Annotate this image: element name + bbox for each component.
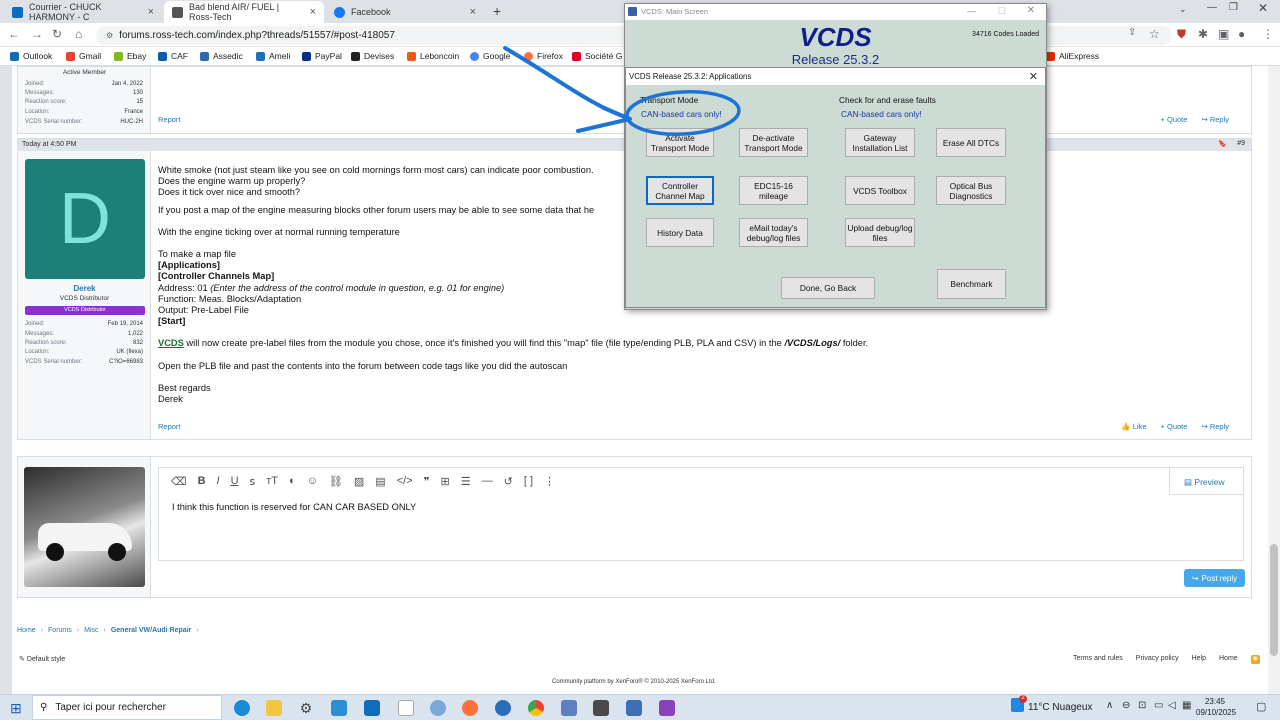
volume-icon[interactable]: ◁ xyxy=(1168,700,1176,711)
edge-icon[interactable] xyxy=(234,700,250,716)
window-app-icon[interactable] xyxy=(626,700,642,716)
firefox-taskbar-icon[interactable] xyxy=(462,700,478,716)
browser-taskbar-icon[interactable] xyxy=(495,700,511,716)
word-icon[interactable] xyxy=(561,700,577,716)
search-icon: ⚲ xyxy=(40,702,48,713)
battery-icon[interactable]: ▭ xyxy=(1154,700,1163,711)
annotation-arrow-head xyxy=(576,106,632,133)
clock-time: 23:45 xyxy=(1204,697,1226,706)
bird-app-icon[interactable] xyxy=(430,700,446,716)
clock[interactable]: 23:45 09/10/2025 xyxy=(1196,696,1237,718)
outlook-taskbar-icon[interactable] xyxy=(364,700,380,716)
windows-start-icon[interactable]: ⊞ xyxy=(10,700,22,717)
chevron-up-icon[interactable]: ∧ xyxy=(1106,700,1113,711)
taskbar-search[interactable]: ⚲ Taper ici pour rechercher xyxy=(32,695,222,720)
media-app-icon[interactable] xyxy=(659,700,675,716)
weather-icon[interactable]: 2 xyxy=(1011,695,1027,712)
annotation-circle xyxy=(625,90,741,136)
settings-gear-icon[interactable]: ⚙ xyxy=(298,700,314,716)
network-icon[interactable]: ⊡ xyxy=(1138,700,1146,711)
app-icon[interactable] xyxy=(331,700,347,716)
calculator-icon[interactable] xyxy=(593,700,609,716)
tray-icon[interactable]: ⊖ xyxy=(1122,700,1130,711)
notification-badge: 2 xyxy=(1019,695,1027,703)
weather-text[interactable]: 11°C Nuageux xyxy=(1028,702,1092,713)
file-explorer-icon[interactable] xyxy=(266,700,282,716)
annotation-overlay xyxy=(503,46,741,136)
chrome-taskbar-icon[interactable] xyxy=(528,700,544,716)
keyboard-icon[interactable]: ▦ xyxy=(1182,700,1191,711)
notification-center-icon[interactable]: ▢ xyxy=(1256,700,1266,713)
annotation-arrow-line xyxy=(503,46,630,120)
clock-date: 09/10/2025 xyxy=(1196,708,1237,717)
search-placeholder: Taper ici pour rechercher xyxy=(55,702,166,713)
taskbar: ⊞ ⚲ Taper ici pour rechercher ⚙ 2 11°C Nu… xyxy=(0,694,1280,720)
vcds-taskbar-icon[interactable] xyxy=(398,700,414,716)
